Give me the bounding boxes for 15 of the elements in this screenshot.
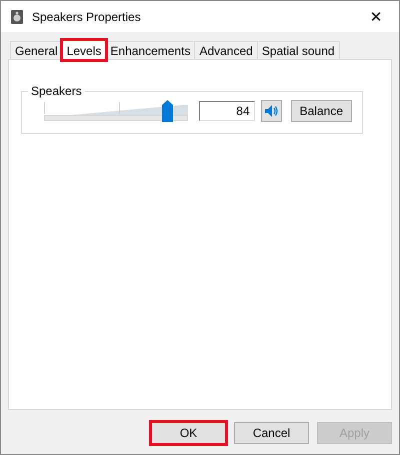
tab[interactable]: General <box>10 41 63 59</box>
speaker-icon <box>10 8 24 24</box>
mute-button[interactable] <box>260 100 282 122</box>
volume-field[interactable]: 84 <box>199 100 255 120</box>
speaker-icon <box>264 104 278 118</box>
dialog-button[interactable]: Cancel <box>234 422 309 444</box>
group-label: Speakers <box>28 84 85 98</box>
tab[interactable]: Levels <box>62 40 106 60</box>
slider-thumb[interactable] <box>162 100 173 122</box>
dialog-button[interactable]: OK <box>151 422 226 444</box>
close-button[interactable]: ✕ <box>353 1 399 32</box>
balance-button[interactable]: Balance <box>290 100 352 122</box>
window-title: Speakers Properties <box>32 10 142 24</box>
tab[interactable]: Spatial sound <box>256 41 340 59</box>
volume-slider[interactable] <box>44 98 188 124</box>
